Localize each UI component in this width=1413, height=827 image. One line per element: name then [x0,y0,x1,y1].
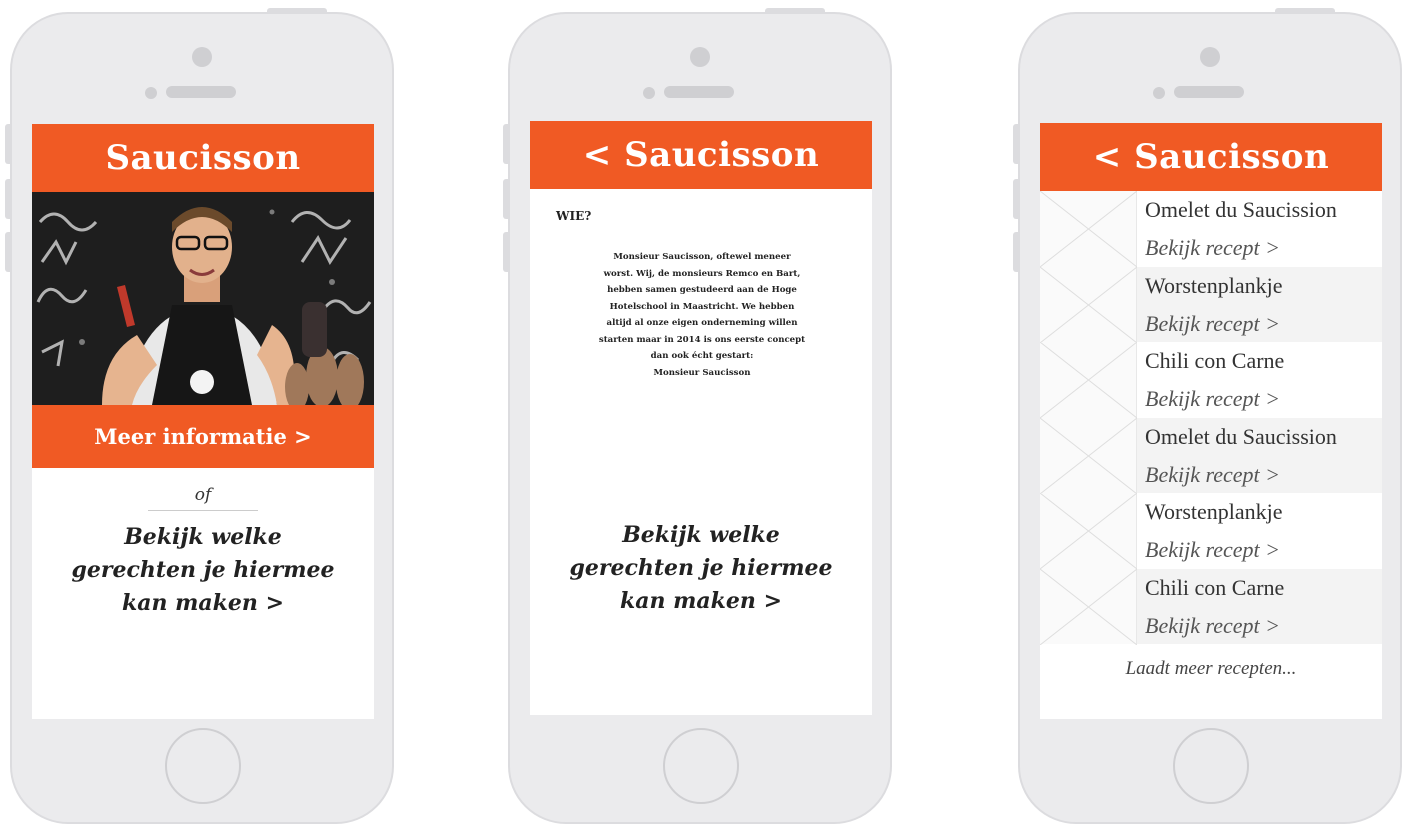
cta-line: gerechten je hiermee [71,557,335,583]
sensor-dot [643,87,655,99]
about-line: dan ook écht gestart: [650,351,754,361]
recipe-name: Chili con Carne [1145,348,1285,373]
mute-switch [503,124,510,164]
cta-line: Bekijk welke [124,524,282,550]
home-screen: Saucisson Meer informatie > of Bekijk we… [32,124,374,719]
view-recipe-link[interactable]: Bekijk recept > [1145,607,1382,644]
more-info-button[interactable]: Meer informatie > [32,405,374,468]
earpiece-speaker [166,86,236,98]
divider [148,510,258,511]
cta-line: Bekijk welke [622,522,780,548]
recipe-item[interactable]: Worstenplankje Bekijk recept > [1040,493,1382,569]
back-title-button[interactable]: < Saucisson [1093,137,1329,177]
view-recipe-link[interactable]: Bekijk recept > [1145,456,1382,493]
about-line: Monsieur Saucisson, oftewel meneer [613,252,791,262]
recipe-image-placeholder [1040,266,1137,343]
or-label: of [194,485,212,505]
power-button [1275,8,1335,14]
recipe-image-placeholder [1040,568,1137,645]
power-button [765,8,825,14]
volume-up-button [1013,179,1020,219]
sensor-dot [145,87,157,99]
volume-up-button [5,179,12,219]
more-info-label: Meer informatie > [94,424,312,449]
app-header: Saucisson [32,124,374,192]
about-text: Monsieur Saucisson, oftewel meneer worst… [554,249,850,381]
about-line: hebben samen gestudeerd aan de Hoge [607,285,797,295]
power-button [267,8,327,14]
recipe-item[interactable]: Omelet du Saucission Bekijk recept > [1040,191,1382,267]
home-button [663,728,739,804]
view-recipes-link[interactable]: Bekijk welke gerechten je hiermee kan ma… [32,521,374,620]
app-header: < Saucisson [1040,123,1382,191]
recipe-name: Chili con Carne [1145,574,1285,600]
volume-down-button [1013,232,1020,272]
load-more-recipes-link[interactable]: Laadt meer recepten... [1040,658,1382,680]
recipe-item[interactable]: Chili con Carne Bekijk recept > [1040,568,1382,645]
view-recipe-link[interactable]: Bekijk recept > [1145,531,1382,568]
back-title-button[interactable]: < Saucisson [583,135,819,175]
header-title: Saucisson [105,138,301,178]
about-line: Hotelschool in Maastricht. We hebben [609,301,795,312]
about-line: altijd al onze eigen onderneming willen [606,318,798,328]
phone-mockup-recipes: < Saucisson Omelet du Saucission Bekijk … [1013,8,1402,824]
recipe-name: Worstenplankje [1145,499,1283,524]
cta-line: gerechten je hiermee [569,555,833,581]
volume-up-button [503,179,510,219]
recipe-item[interactable]: Worstenplankje Bekijk recept > [1040,266,1382,343]
earpiece-speaker [1174,86,1244,98]
home-button [1173,728,1249,804]
recipe-name: Worstenplankje [1145,272,1283,298]
recipe-name: Omelet du Saucission [1145,197,1337,222]
recipe-image-placeholder [1040,417,1137,494]
recipe-item[interactable]: Chili con Carne Bekijk recept > [1040,342,1382,418]
front-camera [192,47,212,67]
view-recipe-link[interactable]: Bekijk recept > [1145,305,1382,342]
recipe-image-placeholder [1040,191,1137,267]
app-header: < Saucisson [530,121,872,189]
mute-switch [1013,124,1020,164]
sensor-dot [1153,87,1165,99]
hero-illustration [32,192,374,405]
front-camera [1200,47,1220,67]
mute-switch [5,124,12,164]
about-line: Monsieur Saucisson [653,367,751,378]
volume-down-button [503,232,510,272]
earpiece-speaker [664,86,734,98]
hero-photo [32,192,374,405]
view-recipe-link[interactable]: Bekijk recept > [1145,229,1382,266]
volume-down-button [5,232,12,272]
home-button [165,728,241,804]
recipe-name: Omelet du Saucission [1145,423,1337,449]
phone-mockup-info: < Saucisson WIE? Monsieur Saucisson, oft… [503,8,892,824]
about-line: worst. Wij, de monsieurs Remco en Bart, [603,268,801,279]
view-recipe-link[interactable]: Bekijk recept > [1145,380,1382,417]
recipe-image-placeholder [1040,342,1137,418]
cta-line: kan maken > [121,590,284,616]
phone-mockup-home: Saucisson Meer informatie > of Bekijk we… [5,8,394,824]
recipe-item[interactable]: Omelet du Saucission Bekijk recept > [1040,417,1382,494]
recipe-image-placeholder [1040,493,1137,569]
info-screen: < Saucisson WIE? Monsieur Saucisson, oft… [530,121,872,715]
section-label: WIE? [556,209,592,223]
about-line: starten maar in 2014 is ons eerste conce… [598,334,806,345]
view-recipes-link[interactable]: Bekijk welke gerechten je hiermee kan ma… [530,519,872,618]
recipes-screen: < Saucisson Omelet du Saucission Bekijk … [1040,123,1382,719]
front-camera [690,47,710,67]
cta-line: kan maken > [619,588,782,614]
